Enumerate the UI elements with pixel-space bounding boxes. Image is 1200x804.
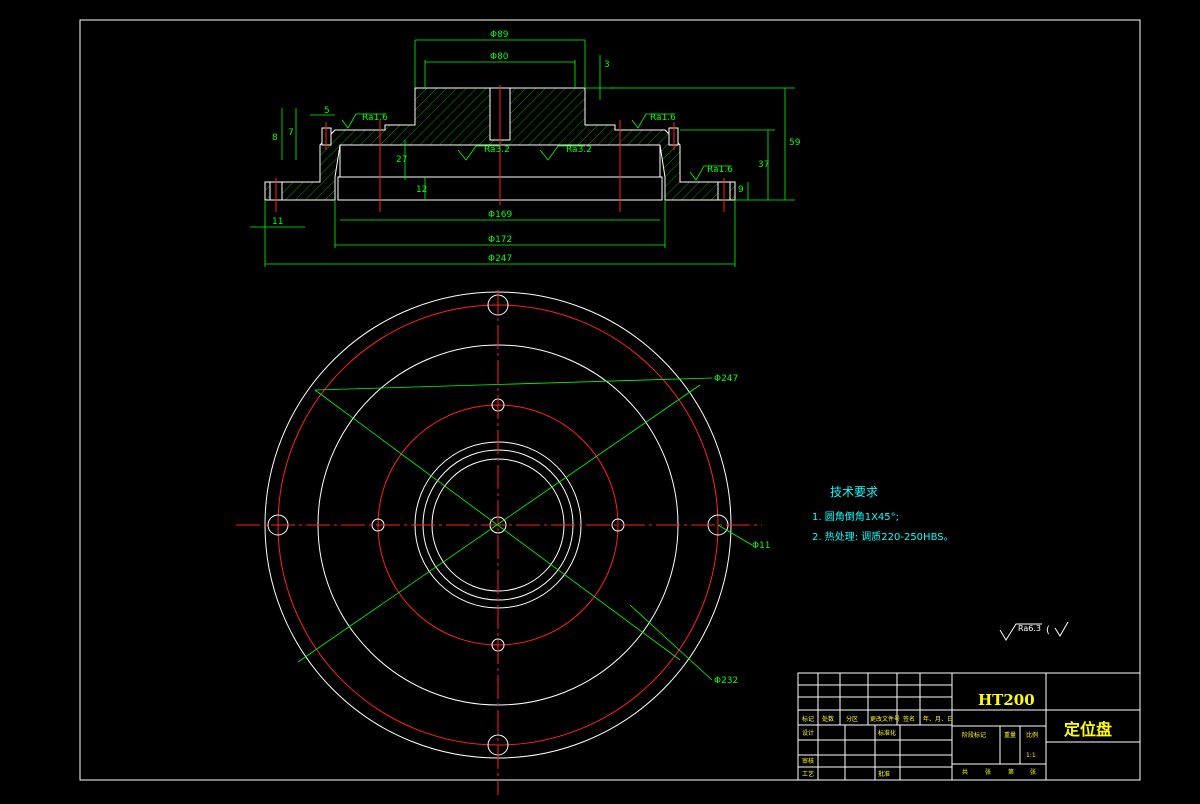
dim-v5: 5	[324, 106, 330, 116]
general-roughness-bracket: (	[1046, 625, 1050, 636]
callout-hole: Φ11	[752, 541, 771, 551]
stage-label: 阶段标记	[962, 731, 986, 739]
rough-bore-right: Ra3.2	[566, 145, 592, 155]
sheet-label-1: 张	[985, 768, 991, 776]
row-label-0: 标记	[802, 715, 814, 723]
section-view: Φ89 Φ80 3 Φ169 Φ172 Φ247 11 8 7 5 27 12	[250, 30, 801, 267]
row-label-4: 签名	[903, 715, 915, 723]
leader-d247	[314, 377, 713, 391]
dim-v7: 7	[288, 128, 294, 138]
scale-value: 1:1	[1026, 752, 1036, 759]
rough-right-flange: Ra1.6	[707, 165, 733, 175]
leader-d232	[297, 384, 701, 663]
sheet-label-2: 第	[1008, 768, 1014, 776]
callout-d247: Φ247	[714, 374, 738, 384]
scale-label: 比例	[1026, 731, 1038, 739]
rough-right-top: Ra1.6	[650, 113, 676, 123]
dim-d172: Φ172	[488, 235, 512, 245]
mid-label-approve: 批准	[878, 770, 890, 778]
dim-v11: 11	[272, 217, 283, 227]
drawing-sheet: Φ89 Φ80 3 Φ169 Φ172 Φ247 11 8 7 5 27 12	[0, 0, 1200, 800]
dim-v12: 12	[416, 185, 427, 195]
row-label-1: 处数	[822, 715, 834, 723]
dim-v37: 37	[758, 160, 769, 170]
tech-item-2: 2. 热处理: 调质220-250HBS。	[812, 530, 954, 543]
left-label-design: 设计	[802, 729, 814, 737]
dim-d89: Φ89	[490, 30, 509, 40]
rough-left-top: Ra1.6	[362, 113, 388, 123]
left-label-process: 工艺	[802, 770, 814, 778]
dim-d169: Φ169	[488, 210, 513, 220]
part-name: 定位盘	[1063, 720, 1112, 739]
dim-v27: 27	[396, 155, 407, 165]
mid-label-std: 标准化	[878, 729, 896, 737]
dim-v9: 9	[738, 185, 744, 195]
dim-d247: Φ247	[488, 254, 512, 264]
dim-v59: 59	[789, 138, 801, 148]
dim-d80: Φ80	[490, 52, 509, 62]
dim-v8: 8	[272, 133, 278, 143]
tech-item-1: 1. 圆角倒角1X45°;	[812, 511, 899, 523]
callout-d232: Φ232	[714, 676, 738, 686]
general-roughness: Ra6.3 (	[999, 621, 1069, 641]
left-label-review: 审核	[802, 757, 814, 765]
dim-v3: 3	[604, 60, 610, 70]
general-roughness-value: Ra6.3	[1018, 624, 1041, 633]
tech-title: 技术要求	[830, 485, 878, 499]
drawing-canvas: Φ89 Φ80 3 Φ169 Φ172 Φ247 11 8 7 5 27 12	[79, 19, 1141, 795]
row-label-3: 更改文件号	[870, 715, 900, 723]
tech-requirements: 技术要求 1. 圆角倒角1X45°; 2. 热处理: 调质220-250HBS。	[812, 485, 954, 543]
weight-label: 重量	[1004, 731, 1016, 739]
material-label: HT200	[978, 691, 1035, 709]
sheet-label-3: 张	[1030, 768, 1036, 776]
row-label-2: 分区	[846, 715, 858, 723]
plan-view: Φ247 Φ232 Φ11	[236, 290, 771, 795]
title-block: HT200 定位盘 标记 处数 分区 更改文件号 签名 年、月、日 设计 审核 …	[797, 672, 1141, 781]
row-label-5: 年、月、日	[923, 715, 953, 723]
sheet-label-0: 共	[962, 768, 968, 776]
rough-bore-left: Ra3.2	[484, 145, 510, 155]
